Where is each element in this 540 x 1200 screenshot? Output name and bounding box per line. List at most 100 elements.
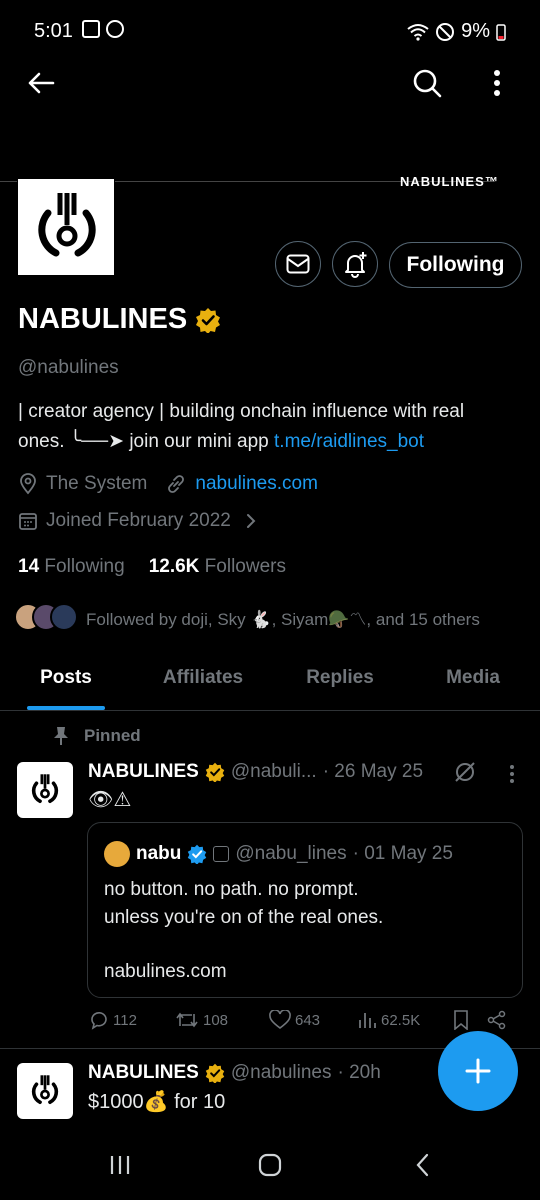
profile-website[interactable]: nabulines.com xyxy=(195,473,318,495)
tweet-actions: 112 108 643 62.5K xyxy=(89,1010,519,1030)
bookmark-button[interactable] xyxy=(453,1010,487,1030)
tweet-author-handle: @nabulines xyxy=(230,1062,332,1083)
following-button[interactable]: Following xyxy=(389,242,522,288)
banner-logo-text: NABULINES™ xyxy=(400,174,499,189)
status-right-icons: 9% xyxy=(407,20,506,43)
vertical-dots-icon xyxy=(494,70,500,96)
quoted-text-line: no button. no path. no prompt. xyxy=(104,879,359,900)
wifi-icon xyxy=(407,23,429,41)
tweet-more-button[interactable] xyxy=(502,760,522,788)
notify-button[interactable] xyxy=(332,241,378,287)
share-icon xyxy=(487,1010,506,1030)
quoted-text-line: nabulines.com xyxy=(104,961,227,982)
profile-avatar[interactable] xyxy=(17,178,115,276)
tweet-avatar[interactable] xyxy=(17,1063,73,1119)
tweet-author-name[interactable]: NABULINES xyxy=(88,761,199,783)
mail-icon xyxy=(286,254,310,274)
vertical-dots-icon xyxy=(510,765,514,783)
followed-by-text: Followed by doji, Sky 🐇, Siyam🪖〽, and 15… xyxy=(86,609,480,629)
gallery-icon xyxy=(82,20,100,38)
follower-avatars xyxy=(14,603,78,631)
chevron-right-icon xyxy=(246,514,256,528)
tweet-author-handle: @nabuli... xyxy=(230,761,317,782)
following-count-link[interactable]: 14 Following xyxy=(18,556,125,578)
grok-button[interactable] xyxy=(451,758,479,786)
second-tweet-text: $1000💰 for 10 xyxy=(88,1091,226,1113)
pinned-tweet-header: NABULINES @nabuli... · 26 May 25 xyxy=(88,761,423,783)
link-icon xyxy=(168,475,185,493)
system-back-button[interactable] xyxy=(403,1148,443,1182)
tweet-text: 👁⚠ xyxy=(88,789,132,811)
battery-icon xyxy=(496,23,506,41)
repost-icon xyxy=(176,1012,198,1028)
followed-by-row[interactable]: Followed by doji, Sky 🐇, Siyam🪖〽, and 15… xyxy=(14,603,480,631)
tweet-date: · 26 May 25 xyxy=(322,761,424,782)
chevron-left-icon xyxy=(416,1153,429,1177)
pin-icon xyxy=(54,727,68,745)
verified-blue-badge-icon xyxy=(188,844,207,864)
bio-line-1: | creator agency | building onchain infl… xyxy=(18,401,465,422)
profile-bio: | creator agency | building onchain infl… xyxy=(18,397,523,457)
like-count: 643 xyxy=(295,1011,321,1029)
views-button[interactable]: 62.5K xyxy=(357,1010,453,1030)
home-button[interactable] xyxy=(250,1148,290,1182)
message-button[interactable] xyxy=(275,241,321,287)
nabulines-logo xyxy=(38,193,96,257)
tweet-avatar[interactable] xyxy=(17,762,73,818)
bio-link[interactable]: t.me/raidlines_bot xyxy=(274,431,424,452)
location-pin-icon xyxy=(20,473,36,495)
profile-joined-row[interactable]: Joined February 2022 xyxy=(18,510,257,532)
like-button[interactable]: 643 xyxy=(269,1010,357,1030)
quoted-date: · 01 May 25 xyxy=(352,843,453,864)
followers-label: Followers xyxy=(204,556,286,577)
tab-posts[interactable]: Posts xyxy=(0,655,132,710)
quoted-avatar xyxy=(104,841,130,867)
battery-percent: 9% xyxy=(461,20,490,42)
grok-icon xyxy=(455,762,475,782)
verified-gold-badge-icon xyxy=(205,762,225,782)
profile-location: The System xyxy=(46,473,148,494)
recents-button[interactable] xyxy=(100,1148,140,1182)
bookmark-icon xyxy=(454,1010,468,1030)
reply-count: 112 xyxy=(113,1011,137,1029)
tab-replies[interactable]: Replies xyxy=(274,655,406,710)
more-options-button[interactable] xyxy=(478,62,516,104)
tab-media[interactable]: Media xyxy=(406,655,540,710)
repost-button[interactable]: 108 xyxy=(175,1010,269,1030)
tab-affiliates[interactable]: Affiliates xyxy=(132,655,274,710)
second-tweet-header: NABULINES @nabulines · 20h xyxy=(88,1062,381,1084)
nabulines-logo xyxy=(31,774,59,804)
compose-button[interactable] xyxy=(438,1031,518,1111)
bell-plus-icon xyxy=(345,252,367,278)
calendar-icon xyxy=(19,513,37,530)
analytics-icon xyxy=(359,1013,376,1028)
verified-gold-badge-icon xyxy=(196,307,221,333)
status-notification-icons xyxy=(82,20,124,38)
reply-icon xyxy=(91,1011,107,1030)
repost-count: 108 xyxy=(203,1011,229,1029)
follow-counts: 14 Following 12.6K Followers xyxy=(18,556,286,578)
status-time: 5:01 xyxy=(34,20,73,42)
status-bar: 5:01 9% xyxy=(0,0,540,60)
quoted-author-handle: @nabu_lines xyxy=(235,843,347,864)
share-button[interactable] xyxy=(487,1010,507,1030)
tweet-author-name[interactable]: NABULINES xyxy=(88,1062,199,1084)
home-icon xyxy=(258,1153,282,1177)
quoted-text: no button. no path. no prompt. unless yo… xyxy=(104,876,383,986)
verified-gold-badge-icon xyxy=(205,1063,225,1083)
reply-button[interactable]: 112 xyxy=(89,1010,175,1030)
search-button[interactable] xyxy=(406,62,448,104)
pinned-label: Pinned xyxy=(84,726,141,745)
followers-count: 12.6K xyxy=(148,556,200,577)
follower-avatar xyxy=(50,603,78,631)
profile-handle: @nabulines xyxy=(18,357,119,378)
back-button[interactable] xyxy=(20,62,62,104)
profile-joined: Joined February 2022 xyxy=(46,510,231,531)
profile-meta-row: The System nabulines.com xyxy=(18,473,318,495)
system-nav-bar xyxy=(0,1130,540,1200)
search-icon xyxy=(413,69,442,98)
plus-icon xyxy=(465,1058,491,1084)
affiliate-badge-icon xyxy=(213,846,230,862)
quoted-text-line: unless you're on of the real ones. xyxy=(104,907,384,928)
followers-count-link[interactable]: 12.6K Followers xyxy=(149,556,286,578)
